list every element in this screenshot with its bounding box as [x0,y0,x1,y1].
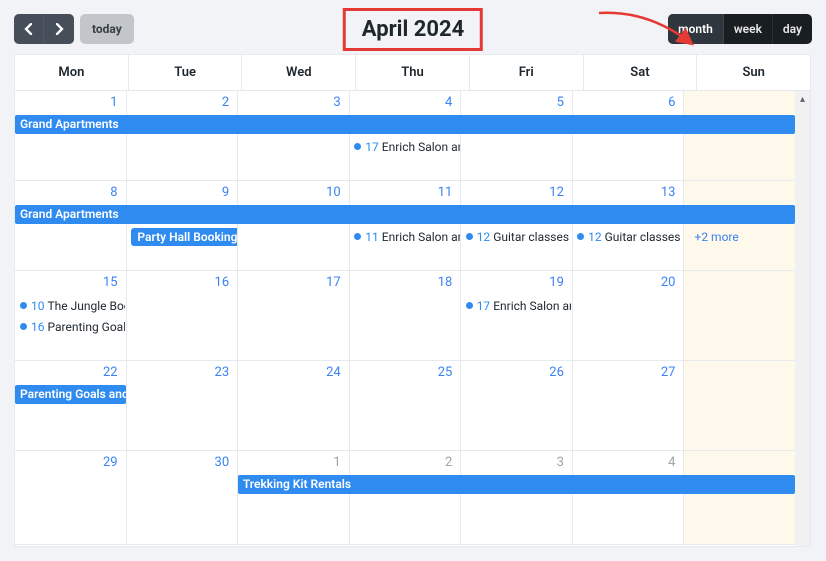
event-slot: 17Enrich Salon and S [349,136,460,157]
event-slot: 12Guitar classes for [461,226,572,247]
event-title[interactable]: Enrich Salon and S [382,230,461,244]
event-slot: 10The Jungle Book r [15,295,126,316]
event-time: 17 [477,299,491,313]
event-time: 11 [365,230,379,244]
event-title[interactable]: Guitar classes for [493,230,572,244]
event-slot: 16Parenting Goals an [15,316,126,337]
event-bar[interactable]: Grand Apartments [15,205,795,224]
event-slot [126,295,237,316]
event-slot: 12Guitar classes for [572,226,683,247]
event-time: 10 [31,299,45,313]
event-slot [461,316,572,337]
calendar-title: April 2024 [343,8,483,51]
calendar-week: 15161718192010The Jungle Book r17Enrich … [15,271,795,361]
event-slot [684,295,795,316]
day-header-cell: Thu [356,55,470,90]
scroll-up-arrow-icon: ▴ [795,91,810,108]
event-slot [684,136,795,157]
event-slot: +2 more [684,226,795,247]
event-bar[interactable]: Parenting Goals and Exp [15,385,126,404]
day-header-cell: Fri [470,55,584,90]
event-slot [238,226,349,247]
event-dot-icon [20,323,27,330]
event-dot-icon [577,233,584,240]
view-day-button[interactable]: day [773,14,812,44]
day-header-cell: Wed [242,55,356,90]
more-events-link[interactable]: +2 more [689,230,739,244]
event-slot: 17Enrich Salon and S [461,295,572,316]
today-button[interactable]: today [80,14,134,44]
day-header-cell: Sat [584,55,698,90]
calendar-week: 222324252627Parenting Goals and Exp [15,361,795,451]
event-slot [349,295,460,316]
event-slot [238,136,349,157]
day-header-cell: Mon [15,55,129,90]
event-slot [15,136,126,157]
view-week-button[interactable]: week [724,14,773,44]
view-switch-group: month week day [668,14,812,44]
event-slot: Party Hall Booking [126,226,237,247]
event-slot [238,295,349,316]
event-slot [15,226,126,247]
prev-button[interactable] [14,14,44,44]
event-dot-icon [466,233,473,240]
event-title[interactable]: The Jungle Book r [48,299,127,313]
event-slot [572,316,683,337]
event-chip[interactable]: Party Hall Booking [131,228,237,246]
chevron-left-icon [24,23,33,35]
event-bar[interactable]: Grand Apartments [15,115,795,134]
event-dot-icon [354,233,361,240]
event-dot-icon [354,143,361,150]
next-button[interactable] [44,14,74,44]
event-title[interactable]: Guitar classes for [605,230,684,244]
event-title[interactable]: Parenting Goals an [48,320,127,334]
chevron-right-icon [55,23,64,35]
view-month-button[interactable]: month [668,14,724,44]
event-time: 12 [477,230,491,244]
event-slot [349,316,460,337]
event-slot [684,316,795,337]
event-dot-icon [466,302,473,309]
nav-button-group [14,14,74,44]
day-header-cell: Tue [129,55,243,90]
vertical-scrollbar[interactable]: ▴ [795,91,810,546]
day-header-row: MonTueWedThuFriSatSun [15,55,810,91]
event-bar[interactable]: Trekking Kit Rentals [238,475,795,494]
event-slot: 11Enrich Salon and S [349,226,460,247]
event-slot [126,316,237,337]
day-header-cell: Sun [697,55,810,90]
event-title[interactable]: Enrich Salon and S [493,299,572,313]
event-slot [572,295,683,316]
event-title[interactable]: Enrich Salon and S [382,140,461,154]
event-time: 12 [588,230,602,244]
event-slot [238,316,349,337]
event-slot [572,136,683,157]
event-slot [126,136,237,157]
event-time: 16 [31,320,45,334]
calendar-week: 123456Grand Apartments17Enrich Salon and… [15,91,795,181]
calendar: MonTueWedThuFriSatSun 123456Grand Apartm… [14,54,811,547]
event-time: 17 [365,140,379,154]
calendar-week: 8910111213Grand ApartmentsParty Hall Boo… [15,181,795,271]
event-slot [461,136,572,157]
event-dot-icon [20,302,27,309]
calendar-week: 29301234Trekking Kit Rentals [15,451,795,545]
calendar-grid: 123456Grand Apartments17Enrich Salon and… [15,91,795,546]
